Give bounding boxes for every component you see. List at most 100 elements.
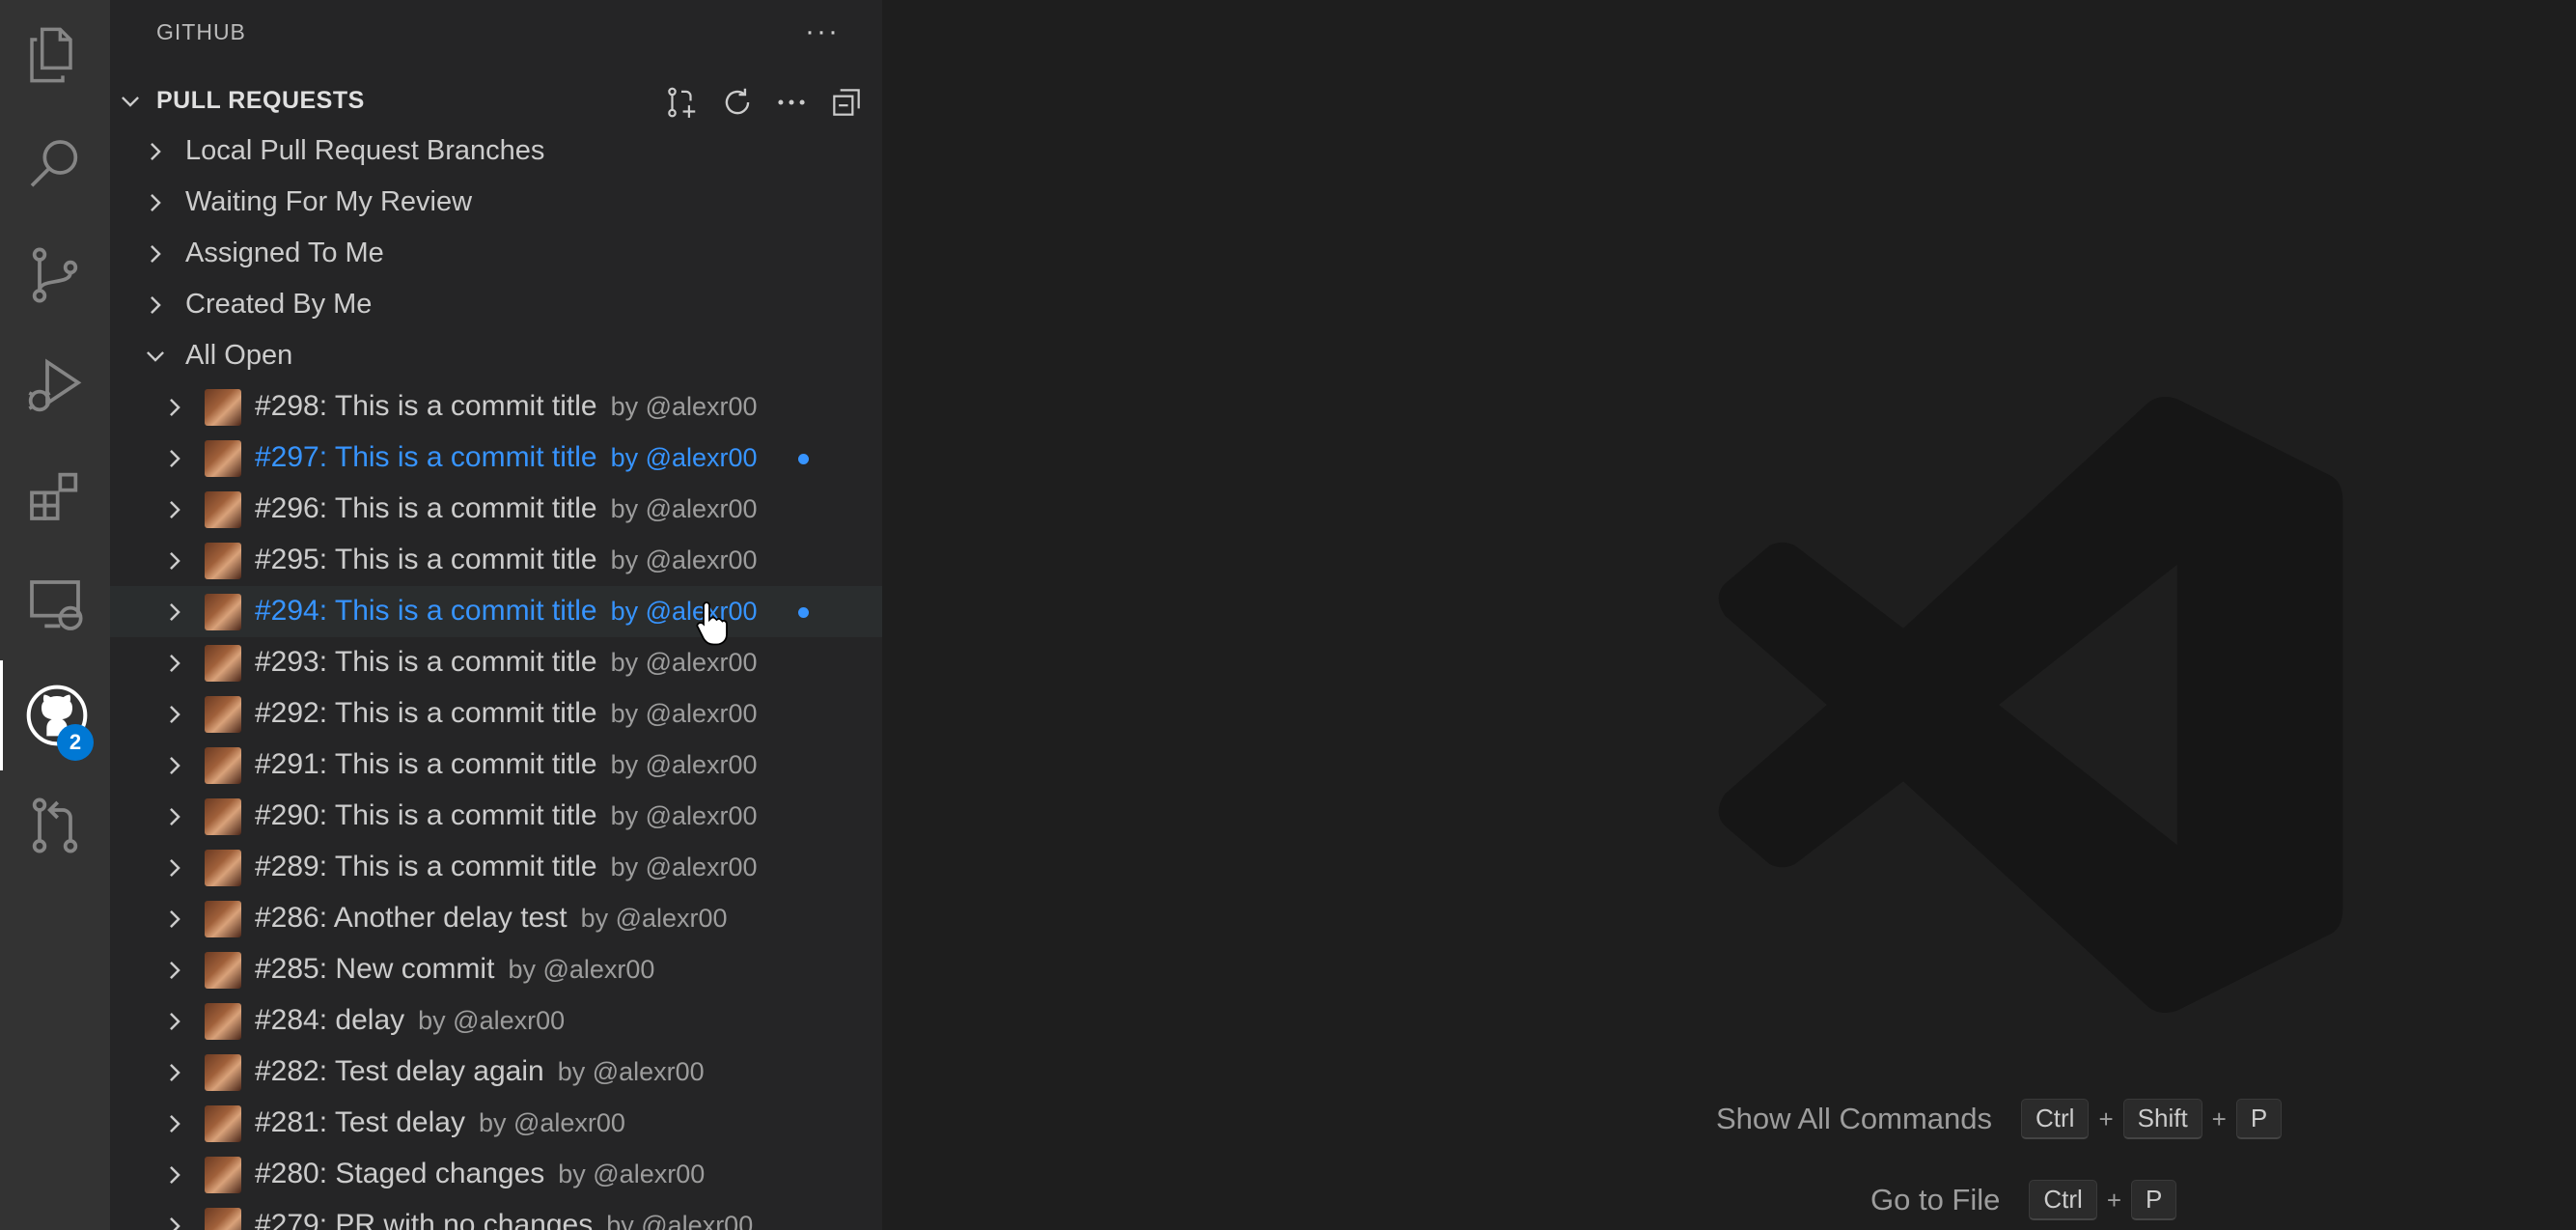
pr-title-text: #297: This is a commit title <box>255 441 597 473</box>
pull-request-title: #293: This is a commit title by @alexr00 <box>255 646 758 679</box>
pull-request-title: #282: Test delay again by @alexr00 <box>255 1055 705 1088</box>
create-pull-request-icon[interactable] <box>660 81 703 124</box>
remote-explorer-icon[interactable] <box>0 550 110 660</box>
pull-request-title: #294: This is a commit title by @alexr00 <box>255 595 758 628</box>
tree-item-created-by-me[interactable]: Created By Me <box>110 279 882 330</box>
chevron-right-icon[interactable] <box>162 1111 187 1136</box>
pull-request-item[interactable]: #294: This is a commit title by @alexr00 <box>110 586 882 637</box>
chevron-right-icon[interactable] <box>162 548 187 573</box>
pull-request-item[interactable]: #290: This is a commit title by @alexr00 <box>110 791 882 842</box>
chevron-right-icon[interactable] <box>162 446 187 471</box>
pull-request-item[interactable]: #293: This is a commit title by @alexr00 <box>110 637 882 688</box>
sidebar-title: GITHUB <box>156 19 246 44</box>
pull-request-title: #280: Staged changes by @alexr00 <box>255 1158 705 1190</box>
unread-indicator-icon <box>798 454 809 464</box>
pr-title-text: #282: Test delay again <box>255 1055 544 1087</box>
chevron-right-icon[interactable] <box>162 497 187 522</box>
pr-author: by @alexr00 <box>478 1108 625 1137</box>
pr-author: by @alexr00 <box>557 1057 705 1086</box>
avatar <box>205 389 241 426</box>
chevron-right-icon <box>151 194 161 211</box>
tree-item-label: Waiting For My Review <box>185 186 473 217</box>
tree-item-label: Local Pull Request Branches <box>185 135 545 166</box>
search-icon[interactable] <box>0 110 110 220</box>
pull-request-item[interactable]: #282: Test delay again by @alexr00 <box>110 1047 882 1098</box>
avatar <box>205 491 241 528</box>
chevron-right-icon[interactable] <box>162 600 187 625</box>
pr-author: by @alexr00 <box>580 904 728 933</box>
pr-author: by @alexr00 <box>610 699 758 728</box>
pull-request-item[interactable]: #298: This is a commit title by @alexr00 <box>110 381 882 433</box>
pull-request-title: #285: New commit by @alexr00 <box>255 953 654 986</box>
pull-request-item[interactable]: #292: This is a commit title by @alexr00 <box>110 688 882 740</box>
activity-bar: 2 <box>0 0 110 1230</box>
pull-request-item[interactable]: #295: This is a commit title by @alexr00 <box>110 535 882 586</box>
pull-request-item[interactable]: #280: Staged changes by @alexr00 <box>110 1149 882 1200</box>
pr-title-text: #292: This is a commit title <box>255 697 597 729</box>
notification-badge: 2 <box>57 724 94 761</box>
pull-request-title: #298: This is a commit title by @alexr00 <box>255 390 758 423</box>
chevron-right-icon[interactable] <box>162 1214 187 1230</box>
chevron-right-icon[interactable] <box>162 1162 187 1188</box>
run-debug-icon[interactable] <box>0 330 110 440</box>
github-icon[interactable]: 2 <box>0 660 110 770</box>
pr-author: by @alexr00 <box>610 494 758 523</box>
avatar <box>205 645 241 682</box>
pull-request-item[interactable]: #281: Test delay by @alexr00 <box>110 1098 882 1149</box>
pr-author: by @alexr00 <box>610 597 758 626</box>
avatar <box>205 901 241 937</box>
pull-request-item[interactable]: #297: This is a commit title by @alexr00 <box>110 433 882 484</box>
pull-request-item[interactable]: #296: This is a commit title by @alexr00 <box>110 484 882 535</box>
chevron-right-icon <box>151 245 161 263</box>
pr-title-text: #290: This is a commit title <box>255 799 597 831</box>
tree-item-assigned-to-me[interactable]: Assigned To Me <box>110 228 882 279</box>
pull-request-item[interactable]: #279: PR with no changes by @alexr00 <box>110 1200 882 1230</box>
chevron-right-icon[interactable] <box>162 907 187 932</box>
pull-request-item[interactable]: #285: New commit by @alexr00 <box>110 944 882 995</box>
key-p: P <box>2235 1099 2283 1139</box>
pr-title-text: #281: Test delay <box>255 1106 465 1138</box>
explorer-icon[interactable] <box>0 0 110 110</box>
chevron-right-icon[interactable] <box>162 1060 187 1085</box>
chevron-right-icon[interactable] <box>162 651 187 676</box>
pull-request-item[interactable]: #284: delay by @alexr00 <box>110 995 882 1047</box>
chevron-right-icon[interactable] <box>162 855 187 881</box>
tree-item-waiting-review[interactable]: Waiting For My Review <box>110 177 882 228</box>
pr-author: by @alexr00 <box>610 853 758 881</box>
sidebar-more-button[interactable]: ··· <box>805 15 840 48</box>
chevron-right-icon[interactable] <box>162 804 187 829</box>
chevron-right-icon[interactable] <box>162 1009 187 1034</box>
avatar <box>205 543 241 579</box>
more-actions-icon[interactable] <box>770 81 813 124</box>
pull-request-item[interactable]: #291: This is a commit title by @alexr00 <box>110 740 882 791</box>
avatar <box>205 747 241 784</box>
pull-request-item[interactable]: #286: Another delay test by @alexr00 <box>110 893 882 944</box>
pr-title-text: #294: This is a commit title <box>255 595 597 627</box>
chevron-right-icon[interactable] <box>162 753 187 778</box>
chevron-right-icon[interactable] <box>162 395 187 420</box>
section-title: PULL REQUESTS <box>156 87 365 114</box>
tree-item-all-open[interactable]: All Open <box>110 330 882 381</box>
shortcut-label: Show All Commands <box>1716 1102 1993 1135</box>
avatar <box>205 952 241 989</box>
shortcut-show-all-commands: Show All Commands Ctrl + Shift + P <box>1716 1099 2283 1139</box>
plus-sign: + <box>2211 1104 2227 1133</box>
pull-request-item[interactable]: #289: This is a commit title by @alexr00 <box>110 842 882 893</box>
chevron-right-icon[interactable] <box>162 958 187 983</box>
extensions-icon[interactable] <box>0 440 110 550</box>
avatar <box>205 594 241 630</box>
pull-requests-section-header[interactable]: PULL REQUESTS <box>110 79 882 122</box>
pr-author: by @alexr00 <box>610 392 758 421</box>
pr-author: by @alexr00 <box>610 750 758 779</box>
pull-request-icon[interactable] <box>0 770 110 881</box>
chevron-right-icon[interactable] <box>162 702 187 727</box>
collapse-all-icon[interactable] <box>825 81 868 124</box>
chevron-right-icon <box>151 143 161 160</box>
editor-area: Show All Commands Ctrl + Shift + P Go to… <box>882 0 2576 1230</box>
pr-author: by @alexr00 <box>610 648 758 677</box>
tree-item-local-branches[interactable]: Local Pull Request Branches <box>110 126 882 177</box>
refresh-icon[interactable] <box>716 81 759 124</box>
source-control-icon[interactable] <box>0 220 110 330</box>
avatar <box>205 1208 241 1230</box>
tree-item-label: Created By Me <box>185 289 373 320</box>
